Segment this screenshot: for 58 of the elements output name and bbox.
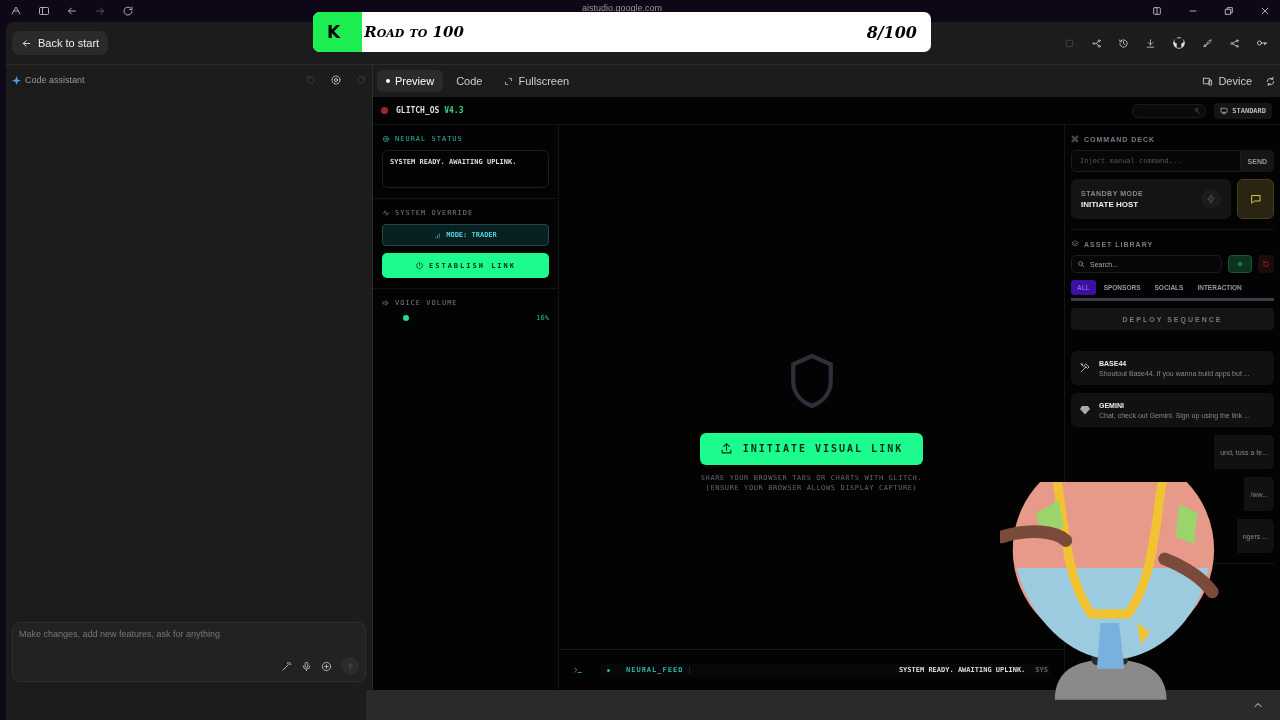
key-icon[interactable] [1256,37,1268,49]
history-icon[interactable] [1118,37,1129,49]
add-icon[interactable] [321,660,332,672]
mic-toggle[interactable] [1132,103,1207,118]
activity-icon [382,209,390,217]
branch-icon[interactable] [1091,37,1102,49]
app-logo-icon[interactable] [10,5,22,17]
back-icon[interactable] [66,5,78,17]
microphone-icon[interactable] [301,660,312,672]
app-title: GLITCH_OS V4.3 [396,106,464,115]
view-tab[interactable]: Code [447,70,492,92]
split-icon[interactable] [1152,6,1162,16]
bolt-icon [1201,189,1221,209]
arrow-left-icon[interactable] [21,37,32,49]
back-button[interactable]: Back to start [12,31,109,55]
message-field[interactable]: Make changes, add new features, ask for anything [19,629,359,639]
sparkle-icon [12,75,21,85]
upload-icon [719,442,733,455]
rotate-icon[interactable] [1265,75,1276,87]
monitor-icon [1220,106,1229,115]
panel-title: Code assistant [25,75,85,85]
plus-icon [1236,260,1244,268]
device-button[interactable]: Device [1193,70,1261,92]
add-button[interactable] [1228,255,1252,273]
arrow-up-icon [345,661,355,671]
download-icon[interactable] [1145,37,1156,49]
expand-icon [504,76,514,86]
terminal-icon [573,665,583,675]
brain-icon [382,135,390,143]
status-dot [381,107,388,114]
chat-bubble-icon [1249,193,1262,205]
speaker-icon [382,299,390,307]
feed-dot [607,668,610,672]
signal-icon [434,231,442,239]
close-icon[interactable] [1260,6,1270,16]
power-icon [415,261,424,270]
settings-icon[interactable] [330,74,342,86]
magic-wand-icon[interactable] [281,660,292,672]
search-icon [1077,260,1085,268]
mic-off-icon [1193,106,1202,115]
devices-icon [1202,75,1214,87]
layers-icon [1071,240,1079,248]
slider-thumb[interactable] [402,315,409,321]
view-tab[interactable]: Preview [377,70,444,92]
address-bar[interactable]: aistudio.google.com [582,3,663,13]
banner-title: Road to 100 [364,23,464,41]
share-icon[interactable] [1229,37,1240,49]
undo-icon [1262,260,1270,268]
reload-icon[interactable] [122,5,134,17]
standby-action: INITIATE HOST [1081,199,1140,209]
chat-button[interactable] [1237,179,1274,219]
banner-count: 8/100 [866,22,917,42]
view-tab[interactable]: Fullscreen [495,70,579,92]
restore-icon[interactable] [1224,6,1234,16]
banner-logo: K [327,22,341,42]
diamond-icon [1079,404,1091,416]
sidebar-icon[interactable] [38,5,50,17]
initiate-visual-link-button[interactable]: INITIATE VISUAL LINK [699,432,924,465]
